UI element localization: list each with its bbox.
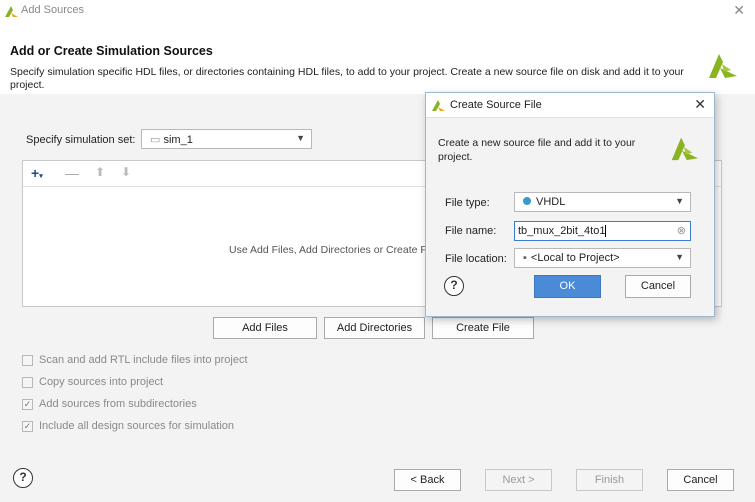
vivado-logo-icon <box>5 6 18 17</box>
location-icon: ▪ <box>523 252 527 264</box>
page-description: Specify simulation specific HDL files, o… <box>10 66 684 91</box>
checkbox[interactable] <box>22 355 33 366</box>
help-icon[interactable]: ? <box>444 276 464 296</box>
simset-select[interactable]: ▭ sim_1 ▼ <box>141 129 312 149</box>
file-location-select[interactable]: ▪ <Local to Project> ▼ <box>514 248 691 268</box>
create-source-file-dialog: Create Source File ✕ Create a new source… <box>425 92 715 317</box>
dialog-description: Create a new source file and add it to y… <box>438 137 636 163</box>
create-file-button[interactable]: Create File <box>432 317 534 339</box>
vivado-logo-icon <box>709 54 737 78</box>
move-up-icon[interactable]: ⬆ <box>95 165 105 179</box>
checkbox-checked[interactable]: ✓ <box>22 421 33 432</box>
chevron-down-icon: ▼ <box>675 252 684 262</box>
simset-value: ▭ sim_1 <box>150 134 193 146</box>
back-button[interactable]: < Back <box>394 469 461 491</box>
file-location-label: File location: <box>445 253 507 265</box>
help-icon[interactable]: ? <box>13 468 33 488</box>
dialog-cancel-button[interactable]: Cancel <box>625 275 691 298</box>
dialog-titlebar: Create Source File ✕ <box>426 93 714 118</box>
remove-icon[interactable]: — <box>65 165 79 181</box>
file-type-select[interactable]: VHDL ▼ <box>514 192 691 212</box>
checkbox-checked[interactable]: ✓ <box>22 399 33 410</box>
file-name-label: File name: <box>445 225 497 237</box>
ok-button[interactable]: OK <box>534 275 601 298</box>
chevron-down-icon: ▼ <box>675 196 684 206</box>
move-down-icon[interactable]: ⬇ <box>121 165 131 179</box>
vhdl-dot-icon <box>523 197 531 205</box>
file-name-input[interactable]: tb_mux_2bit_4to1 ⊗ <box>514 221 691 241</box>
text-cursor <box>605 225 607 237</box>
add-icon[interactable]: +▾ <box>31 165 43 181</box>
window-titlebar <box>0 0 755 23</box>
clear-icon[interactable]: ⊗ <box>677 222 686 240</box>
vivado-logo-icon <box>671 137 698 161</box>
next-button[interactable]: Next > <box>485 469 552 491</box>
file-type-label: File type: <box>445 197 490 209</box>
chevron-down-icon: ▼ <box>296 133 305 143</box>
cancel-button[interactable]: Cancel <box>667 469 734 491</box>
finish-button[interactable]: Finish <box>576 469 643 491</box>
checkbox[interactable] <box>22 377 33 388</box>
simset-label: Specify simulation set: <box>26 134 136 146</box>
window-title: Add Sources <box>21 4 84 16</box>
close-icon[interactable]: ✕ <box>733 2 745 19</box>
add-directories-button[interactable]: Add Directories <box>324 317 425 339</box>
add-files-button[interactable]: Add Files <box>213 317 317 339</box>
folder-icon: ▭ <box>150 134 161 146</box>
dialog-title: Create Source File <box>450 99 542 111</box>
close-icon[interactable]: ✕ <box>694 96 706 113</box>
vivado-logo-icon <box>432 100 445 111</box>
page-title: Add or Create Simulation Sources <box>10 44 213 58</box>
